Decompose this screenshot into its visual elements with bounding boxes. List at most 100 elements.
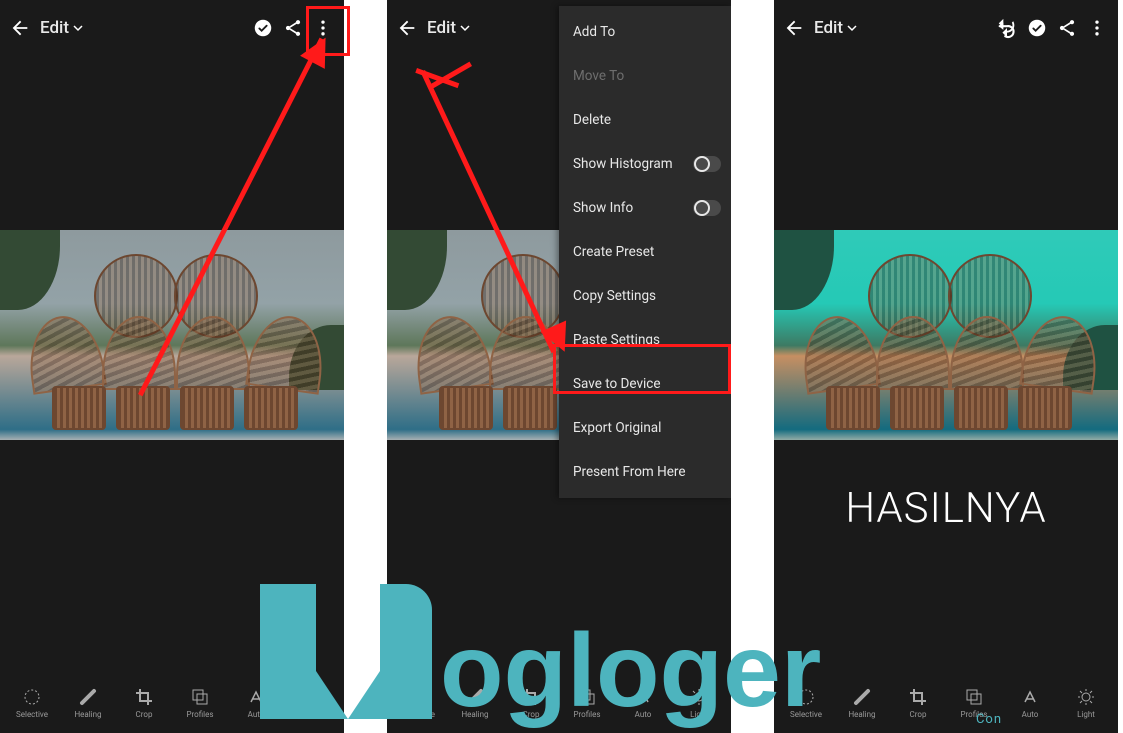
pavilion [22,260,322,430]
tool-label: Selective [790,710,822,719]
tool-label: Selective [403,710,435,719]
overflow-menu: Add To Move To Delete Show Histogram Sho… [559,6,731,498]
menu-export-original[interactable]: Export Original [559,406,731,450]
tool-label: Healing [461,710,488,719]
share-button[interactable] [1052,13,1082,43]
menu-add-to[interactable]: Add To [559,10,731,54]
profiles-icon [190,687,210,707]
auto-icon [246,687,266,707]
tool-light[interactable]: Light [1058,687,1114,719]
undo-button[interactable] [992,13,1022,43]
tool-auto[interactable]: Auto [228,687,284,719]
tool-label: Profiles [961,710,988,719]
tool-healing[interactable]: Healing [60,687,116,719]
bottom-toolbar: Selective Healing Crop Profiles Auto Lig… [387,673,731,733]
tool-label: Profiles [574,710,601,719]
menu-save-to-device[interactable]: Save to Device [559,362,731,406]
arrow-left-icon [783,17,805,39]
tool-label: Healing [74,710,101,719]
caret-down-icon [73,18,83,38]
toggle-off-icon[interactable] [693,156,721,172]
accept-button[interactable] [1022,13,1052,43]
result-caption: HASILNYA [774,484,1118,533]
menu-move-to[interactable]: Move To [559,54,731,98]
tool-label: Crop [136,710,153,719]
arrow-left-icon [396,17,418,39]
edit-dropdown[interactable]: Edit [40,18,83,38]
tool-label: Light [690,710,708,719]
caret-down-icon [460,18,470,38]
edit-label: Edit [40,18,69,38]
image-canvas[interactable] [774,230,1118,440]
tool-label: Crop [523,710,540,719]
menu-label: Save to Device [573,376,661,392]
tool-profiles[interactable]: Profiles [559,687,615,719]
tool-label: Light [1077,710,1095,719]
undo-icon [996,17,1018,39]
tool-crop[interactable]: Crop [116,687,172,719]
tool-label: Light [303,710,321,719]
tool-light[interactable]: Light [671,687,727,719]
menu-create-preset[interactable]: Create Preset [559,230,731,274]
share-button[interactable] [278,13,308,43]
menu-paste-settings[interactable]: Paste Settings [559,318,731,362]
topbar: Edit [774,6,1118,50]
menu-label: Present From Here [573,464,686,480]
tool-crop[interactable]: Crop [503,687,559,719]
topbar: Edit [0,6,344,50]
tool-auto[interactable]: Auto [1002,687,1058,719]
menu-label: Add To [573,24,615,40]
menu-label: Create Preset [573,244,654,260]
edit-dropdown[interactable]: Edit [814,18,857,38]
tool-light[interactable]: Light [284,687,340,719]
tool-label: Auto [248,710,265,719]
screen-3: Edit HASILNYA Selective Healing Crop Pro… [774,0,1118,733]
tool-label: Healing [848,710,875,719]
menu-show-histogram[interactable]: Show Histogram [559,142,731,186]
pavilion [796,260,1096,430]
healing-icon [78,687,98,707]
tool-profiles[interactable]: Profiles [946,687,1002,719]
tool-healing[interactable]: Healing [834,687,890,719]
selective-icon [22,687,42,707]
tool-auto[interactable]: Auto [615,687,671,719]
menu-label: Copy Settings [573,288,656,304]
back-button[interactable] [780,14,808,42]
menu-show-info[interactable]: Show Info [559,186,731,230]
tool-label: Crop [910,710,927,719]
menu-label: Paste Settings [573,332,660,348]
edit-label: Edit [814,18,843,38]
back-button[interactable] [6,14,34,42]
more-button[interactable] [1082,13,1112,43]
tool-profiles[interactable]: Profiles [172,687,228,719]
tool-crop[interactable]: Crop [890,687,946,719]
share-icon [1057,18,1077,38]
tool-healing[interactable]: Healing [447,687,503,719]
menu-label: Show Histogram [573,156,673,172]
menu-delete[interactable]: Delete [559,98,731,142]
menu-label: Export Original [573,420,661,436]
check-circle-icon [1026,17,1048,39]
tool-label: Selective [16,710,48,719]
menu-copy-settings[interactable]: Copy Settings [559,274,731,318]
check-circle-icon [252,17,274,39]
menu-label: Delete [573,112,611,128]
tool-label: Auto [635,710,652,719]
menu-present-from-here[interactable]: Present From Here [559,450,731,494]
screen-1: Edit Selective Healing Crop Profiles Aut… [0,0,344,733]
tool-selective[interactable]: Selective [4,687,60,719]
light-icon [302,687,322,707]
edit-dropdown[interactable]: Edit [427,18,470,38]
tool-selective[interactable]: Selective [391,687,447,719]
bottom-toolbar: Selective Healing Crop Profiles Auto Lig… [774,673,1118,733]
back-button[interactable] [393,14,421,42]
menu-label: Show Info [573,200,633,216]
toggle-off-icon[interactable] [693,200,721,216]
more-vert-icon [1087,18,1107,38]
edit-label: Edit [427,18,456,38]
accept-button[interactable] [248,13,278,43]
arrow-left-icon [9,17,31,39]
bottom-toolbar: Selective Healing Crop Profiles Auto Lig… [0,673,344,733]
share-icon [283,18,303,38]
tool-selective[interactable]: Selective [778,687,834,719]
